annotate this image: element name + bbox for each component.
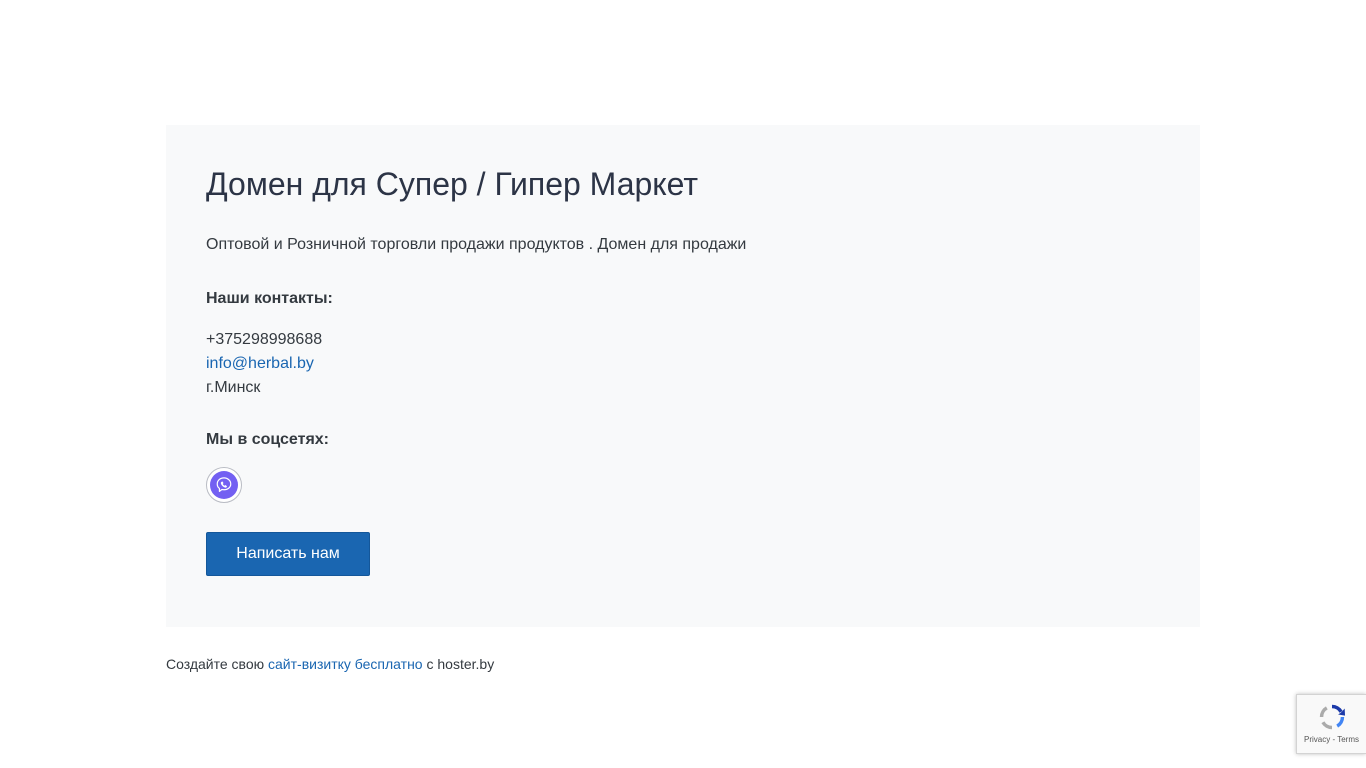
recaptcha-badge[interactable]: Privacy - Terms [1296,694,1366,754]
write-to-us-button[interactable]: Написать нам [206,532,370,576]
recaptcha-links: Privacy - Terms [1304,735,1359,744]
contacts-list: +375298998688 info@herbal.by г.Минск [206,328,322,400]
social-heading: Мы в соцсетях: [206,431,329,448]
recaptcha-privacy-link[interactable]: Privacy [1304,735,1330,744]
footer-prefix: Создайте свою [166,656,265,672]
footer-suffix: с hoster.by [426,656,495,672]
contact-card: Домен для Супер / Гипер Маркет Оптовой и… [166,125,1200,627]
viber-icon [210,471,238,499]
contact-phone: +375298998688 [206,331,323,348]
footer: Создайте свою сайт-визитку бесплатно с h… [166,656,494,672]
recaptcha-icon [1319,704,1345,730]
viber-link[interactable] [206,467,242,503]
contact-city: г.Минск [206,379,261,396]
recaptcha-terms-link[interactable]: Terms [1337,735,1359,744]
contacts-heading: Наши контакты: [206,290,333,307]
page-title: Домен для Супер / Гипер Маркет [206,166,699,202]
contact-email-link[interactable]: info@herbal.by [206,355,314,372]
page-subtitle: Оптовой и Розничной торговли продажи про… [206,236,747,253]
footer-link[interactable]: сайт-визитку бесплатно [268,656,423,672]
